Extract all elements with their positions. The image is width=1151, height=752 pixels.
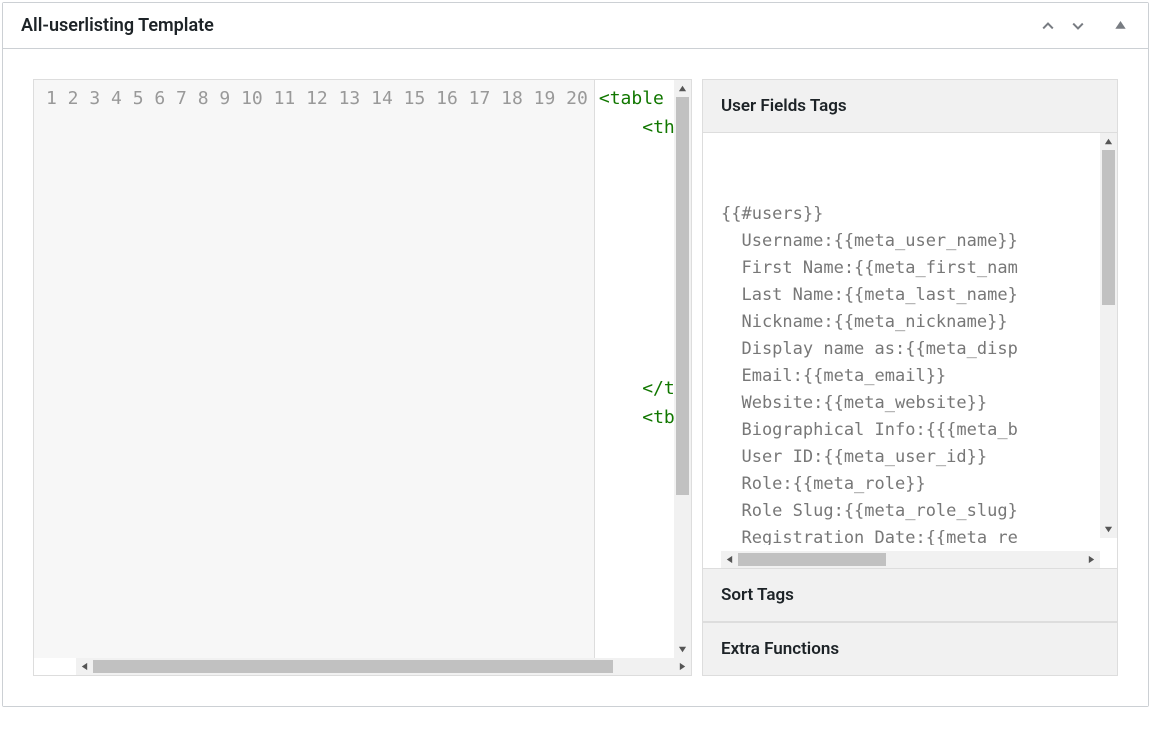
code-content[interactable]: <table class="wppb-table"> <thead> <tr> … [595, 80, 674, 658]
accordion-user-fields[interactable]: User Fields Tags [703, 80, 1117, 133]
scroll-up-icon[interactable] [674, 80, 691, 97]
panel-body: 1 2 3 4 5 6 7 8 9 10 11 12 13 14 15 16 1… [3, 49, 1148, 706]
template-panel: All-userlisting Template 1 2 3 4 5 6 7 8… [2, 2, 1149, 707]
panel-controls [1038, 16, 1130, 36]
tags-sidebar: User Fields Tags {{#users}} Username:{{m… [702, 79, 1118, 676]
accordion-extra-functions[interactable]: Extra Functions [703, 622, 1117, 675]
scrollbar-thumb[interactable] [676, 97, 689, 495]
tags-horizontal-scrollbar[interactable] [721, 551, 1100, 568]
tags-list[interactable]: {{#users}} Username:{{meta_user_name}} F… [721, 147, 1117, 545]
move-down-icon[interactable] [1068, 16, 1088, 36]
scrollbar-thumb[interactable] [1102, 150, 1115, 305]
scroll-right-icon[interactable] [674, 658, 691, 675]
collapse-icon[interactable] [1110, 16, 1130, 36]
scroll-left-icon[interactable] [76, 658, 93, 675]
panel-title: All-userlisting Template [21, 15, 214, 36]
user-fields-body: {{#users}} Username:{{meta_user_name}} F… [703, 133, 1117, 568]
scrollbar-thumb[interactable] [93, 660, 613, 673]
line-gutter: 1 2 3 4 5 6 7 8 9 10 11 12 13 14 15 16 1… [34, 80, 595, 658]
editor-horizontal-scrollbar[interactable] [76, 658, 691, 675]
tags-vertical-scrollbar[interactable] [1100, 133, 1117, 538]
accordion-sort-tags[interactable]: Sort Tags [703, 568, 1117, 622]
scrollbar-thumb[interactable] [738, 553, 886, 566]
scroll-right-icon[interactable] [1083, 551, 1100, 568]
scroll-down-icon[interactable] [1100, 521, 1117, 538]
scroll-down-icon[interactable] [674, 641, 691, 658]
editor-vertical-scrollbar[interactable] [674, 80, 691, 658]
panel-header: All-userlisting Template [3, 3, 1148, 49]
scroll-up-icon[interactable] [1100, 133, 1117, 150]
move-up-icon[interactable] [1038, 16, 1058, 36]
code-editor[interactable]: 1 2 3 4 5 6 7 8 9 10 11 12 13 14 15 16 1… [33, 79, 692, 676]
scroll-left-icon[interactable] [721, 551, 738, 568]
